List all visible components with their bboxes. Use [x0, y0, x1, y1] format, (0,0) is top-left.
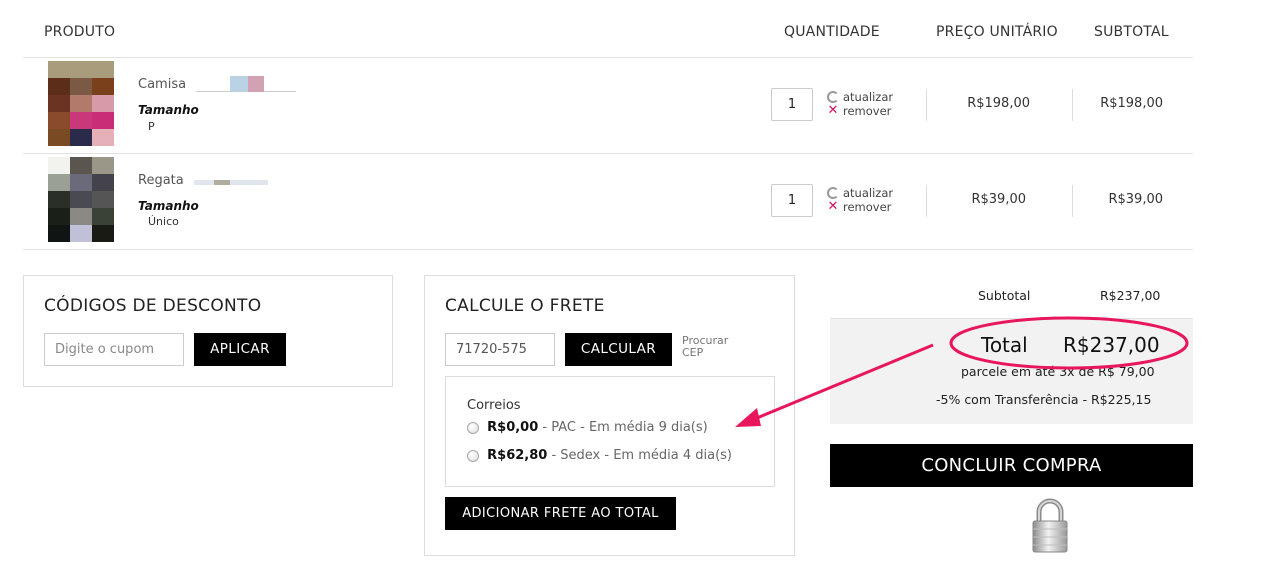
annotation-overlay — [735, 316, 1189, 427]
highlight-ellipse — [949, 316, 1189, 370]
annotation-arrow-head — [735, 408, 761, 427]
annotation-arrow-line — [751, 343, 934, 422]
